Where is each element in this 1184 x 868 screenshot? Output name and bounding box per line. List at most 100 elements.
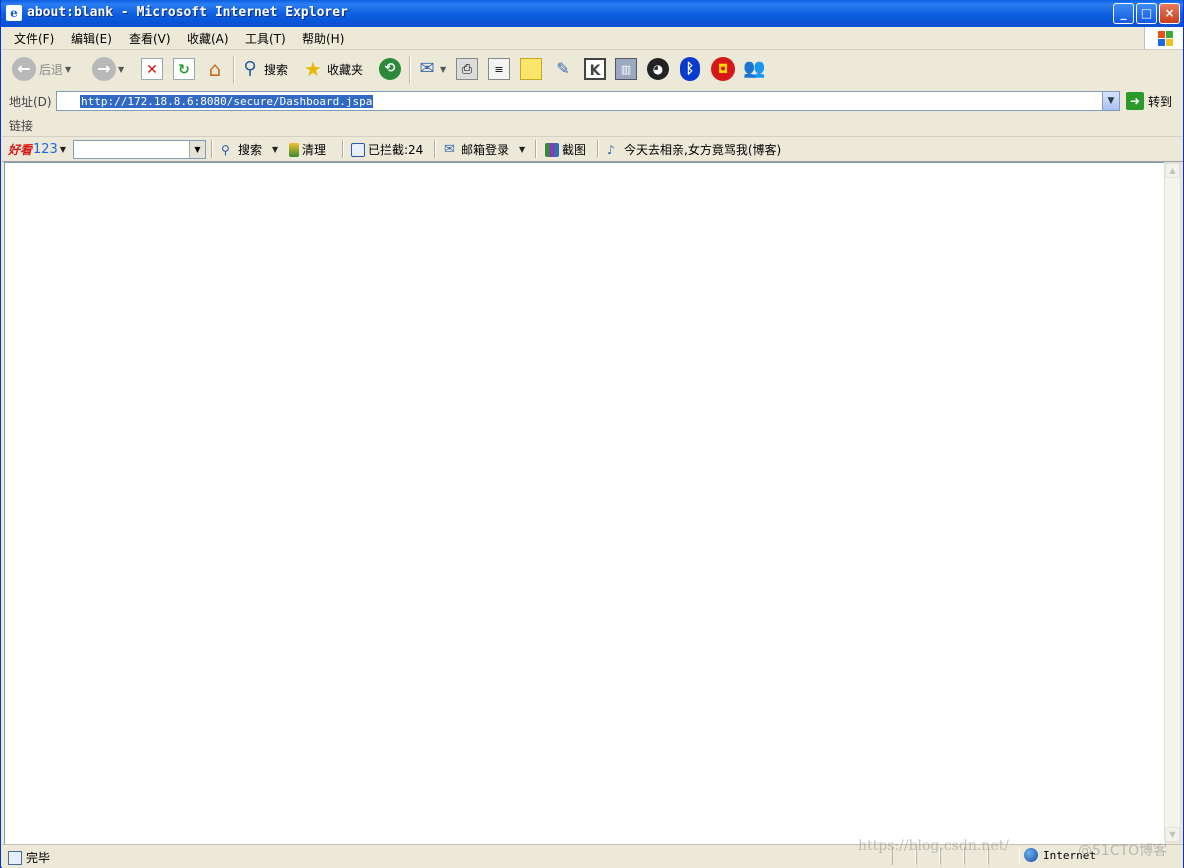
stop-button[interactable]: ✕	[141, 55, 163, 83]
tool-icon: ▥	[615, 58, 637, 80]
scroll-up-button[interactable]: ▲	[1165, 163, 1180, 178]
title-bar[interactable]: e about:blank - Microsoft Internet Explo…	[1, 0, 1183, 27]
print-button[interactable]: ⎙	[456, 55, 478, 83]
maximize-button[interactable]: □	[1136, 3, 1157, 24]
messenger-button[interactable]: ✎	[552, 55, 574, 83]
chevron-down-icon[interactable]: ▼	[272, 145, 278, 154]
windows-logo-icon	[1144, 27, 1183, 49]
favorites-star-icon: ★	[304, 57, 322, 81]
status-label: 完毕	[26, 851, 51, 865]
screenshot-button[interactable]: 截图	[545, 141, 586, 158]
edit-icon: ≡	[488, 58, 510, 80]
go-label: 转到	[1148, 94, 1173, 109]
sogou-search-input[interactable]: ▼	[73, 140, 206, 159]
home-button[interactable]: ⌂	[204, 55, 226, 83]
address-label: 地址(D)	[9, 95, 52, 109]
watermark-brand: @51CTO博客	[1078, 843, 1168, 859]
k-button[interactable]: K	[584, 55, 606, 83]
msn-button[interactable]: 👥	[743, 55, 765, 83]
chevron-down-icon[interactable]: ▼	[440, 65, 446, 74]
chevron-down-icon[interactable]: ▼	[65, 65, 71, 74]
search-button[interactable]: ⚲ 搜索	[239, 55, 288, 83]
toolbar-separator	[535, 140, 537, 158]
haokan-brand: 好看	[8, 143, 33, 157]
mail-icon: ✉	[444, 141, 455, 157]
address-input[interactable]: http://172.18.8.6:8080/secure/Dashboard.…	[56, 91, 1120, 111]
sogou-search-label: 搜索	[238, 143, 263, 157]
menu-tools[interactable]: 工具(T)	[245, 30, 286, 47]
note-button[interactable]	[520, 55, 542, 83]
popup-blocked-button[interactable]: 已拦截:24	[351, 141, 423, 158]
mail-login-label: 邮箱登录	[461, 143, 510, 157]
toolbar-separator	[434, 140, 436, 158]
window-title: about:blank - Microsoft Internet Explore…	[27, 5, 348, 20]
mail-login-button[interactable]: ✉ 邮箱登录 ▼	[444, 141, 525, 158]
links-label[interactable]: 链接	[9, 117, 33, 134]
bluetooth-button[interactable]: ᛒ	[680, 55, 700, 83]
page-content-area[interactable]	[4, 162, 1165, 845]
mail-button[interactable]: ✉ ▼	[416, 55, 446, 83]
page-done-icon	[8, 850, 22, 865]
status-message: 完毕	[8, 849, 50, 866]
ie-logo-icon: e	[6, 5, 22, 21]
chevron-down-icon[interactable]: ▼	[189, 141, 205, 158]
standard-toolbar: ← 后退 ▼ → ▼ ✕ ↻ ⌂ ⚲ 搜索 ★ 收藏夹 ⟲ ✉ ▼ ⎙ ≡ ✎ …	[2, 50, 1183, 90]
bluetooth-icon: ᛒ	[680, 57, 700, 81]
chevron-down-icon[interactable]: ▼	[519, 145, 525, 154]
back-button[interactable]: ← 后退 ▼	[12, 55, 71, 83]
watermark-url: https://blog.csdn.net/	[858, 838, 1009, 854]
menu-favorites[interactable]: 收藏(A)	[187, 30, 229, 47]
forward-icon: →	[92, 57, 116, 81]
refresh-button[interactable]: ↻	[173, 55, 195, 83]
mail-icon: ✉	[419, 58, 435, 79]
print-icon: ⎙	[456, 58, 478, 80]
links-bar: 链接	[2, 113, 1183, 137]
broom-icon	[289, 142, 299, 157]
k-icon: K	[584, 58, 606, 80]
chevron-down-icon[interactable]: ▼	[60, 145, 66, 154]
tool-button[interactable]: ▥	[615, 55, 637, 83]
forward-button[interactable]: → ▼	[92, 55, 124, 83]
edit-button[interactable]: ≡	[488, 55, 510, 83]
sogou-search-button[interactable]: ⚲ 搜索 ▼	[221, 141, 278, 158]
toolbar-separator	[342, 140, 344, 158]
clean-label: 清理	[302, 143, 327, 157]
sogou-toolbar: 好看 123 ▼ ▼ ⚲ 搜索 ▼ 清理 已拦截:24 ✉ 邮箱登录 ▼ 截图 …	[2, 137, 1183, 162]
stop-icon: ✕	[141, 58, 163, 80]
menu-help[interactable]: 帮助(H)	[302, 30, 344, 47]
vertical-scrollbar[interactable]: ▲ ▼	[1164, 162, 1181, 843]
address-url[interactable]: http://172.18.8.6:8080/secure/Dashboard.…	[80, 95, 374, 108]
close-button[interactable]: ×	[1159, 3, 1180, 24]
refresh-icon: ↻	[173, 58, 195, 80]
scroll-down-button[interactable]: ▼	[1165, 827, 1180, 842]
favorites-button[interactable]: ★ 收藏夹	[302, 55, 363, 83]
history-button[interactable]: ⟲	[379, 55, 401, 83]
minimize-button[interactable]: _	[1113, 3, 1134, 24]
search-label: 搜索	[264, 62, 289, 77]
qq-button[interactable]: ◕	[647, 55, 669, 83]
toolbar-separator	[233, 56, 235, 84]
popup-blocker-icon	[351, 142, 365, 157]
chevron-down-icon[interactable]: ▼	[118, 65, 124, 74]
popup-blocked-label: 已拦截:24	[368, 143, 424, 157]
screenshot-icon	[545, 142, 559, 157]
news-link[interactable]: ♪ 今天去相亲,女方竟骂我(博客)	[607, 141, 781, 158]
haokan-number: 123	[33, 142, 58, 157]
favorites-label: 收藏夹	[327, 62, 364, 77]
clean-button[interactable]: 清理	[289, 141, 326, 158]
menu-edit[interactable]: 编辑(E)	[71, 30, 112, 47]
menu-file[interactable]: 文件(F)	[14, 30, 54, 47]
menu-bar: 文件(F) 编辑(E) 查看(V) 收藏(A) 工具(T) 帮助(H)	[2, 27, 1183, 50]
chevron-down-icon[interactable]: ▼	[1102, 92, 1119, 110]
screenshot-label: 截图	[562, 143, 587, 157]
back-label: 后退	[39, 62, 64, 77]
note-icon	[520, 58, 542, 80]
address-bar: 地址(D) http://172.18.8.6:8080/secure/Dash…	[2, 89, 1183, 114]
search-icon: ⚲	[221, 142, 230, 157]
haokan123-button[interactable]: 好看 123 ▼	[8, 141, 66, 158]
news-label: 今天去相亲,女方竟骂我(博客)	[624, 143, 782, 157]
msn-people-icon: 👥	[743, 58, 766, 79]
emblem-button[interactable]: ◘	[711, 55, 735, 83]
go-button[interactable]: ➜ 转到	[1126, 91, 1172, 111]
menu-view[interactable]: 查看(V)	[129, 30, 171, 47]
